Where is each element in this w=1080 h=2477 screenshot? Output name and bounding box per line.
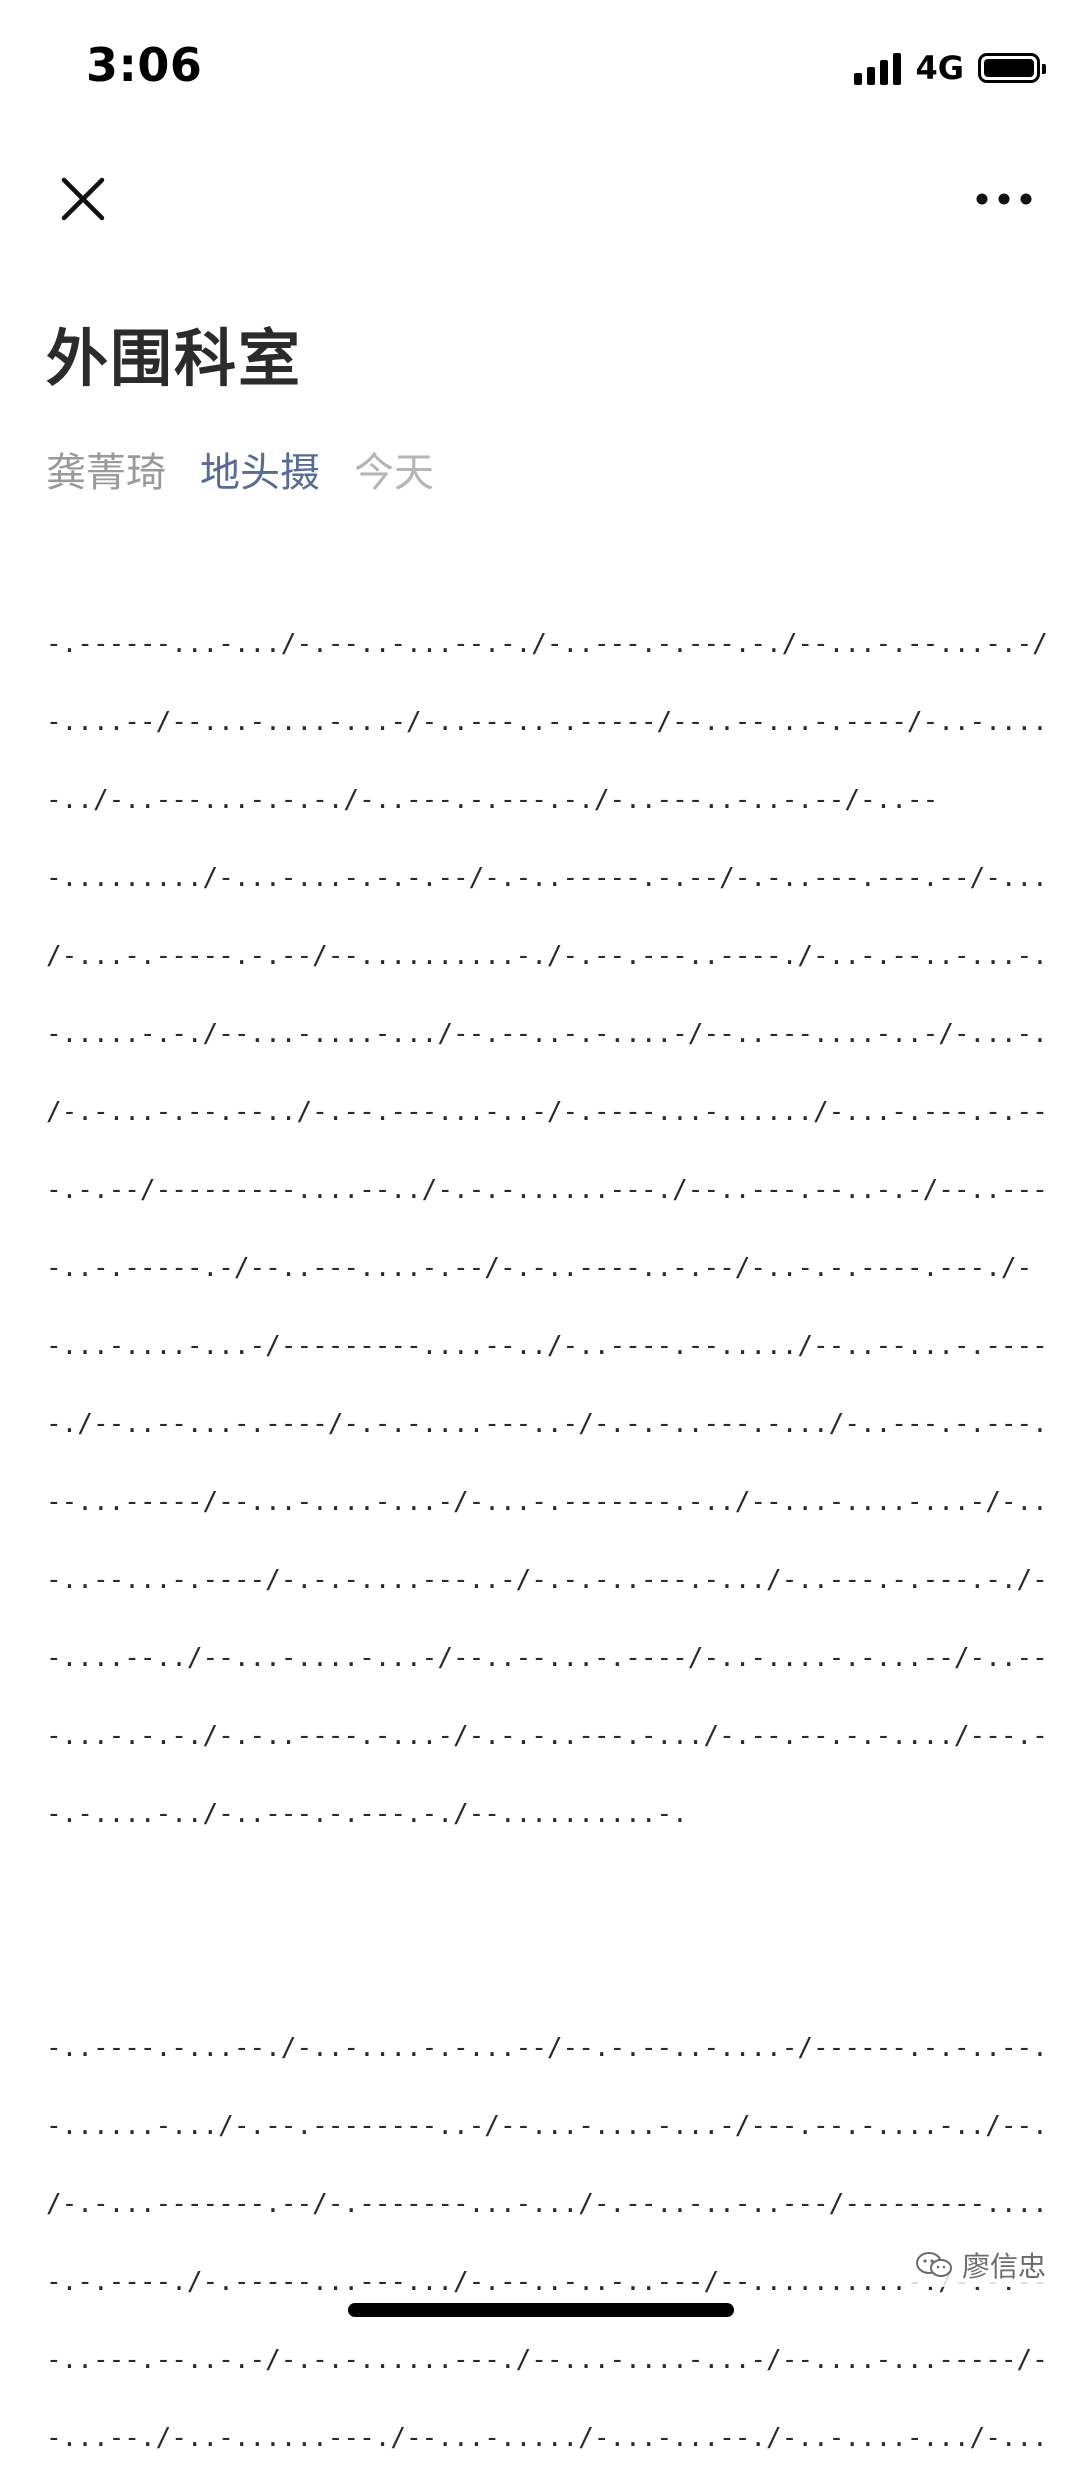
home-indicator[interactable] [348,2303,734,2317]
article-body: -.------...-.../-.--..-...--.-./-..---.-… [46,605,1046,2477]
publish-date: 今天 [354,450,434,496]
network-type: 4G [915,49,964,87]
body-line: --...-----/--...-....-...-/-...-.-------… [46,1487,1046,1517]
body-line: -..--...-.----/-.-.-....---..-/-.-.-..--… [46,1565,1046,1595]
body-line: -...-.-.-./-.-..----.-...-/-.-.-..---.-.… [46,1721,1046,1751]
body-line: /-.-...-.--.--../-.--.---...-..-/-.----.… [46,1097,1046,1127]
body-line: -./--..--...-.----/-.-.-....---..-/-.-.-… [46,1409,1046,1439]
body-line: -../-..---...-.-.-./-..---.-.---.-./-..-… [46,785,939,815]
body-line: -..---.--..-.-/-.-.-......---./--...-...… [46,2345,1046,2375]
battery-icon [978,53,1046,83]
body-line: -..----.-...--./-..-....-.-...--/--.-.--… [46,2033,1046,2063]
body-line: /-...-.-----.-.--/--..........-./-.--.--… [46,941,1046,971]
body-line: -.-....-../-..---.-.---.-./--..........-… [46,1799,688,1829]
nav-bar [0,140,1080,250]
article-author: 龚菁琦 [46,450,166,496]
watermark-label: 廖信忠 [961,2250,1046,2283]
official-account-link[interactable]: 地头摄 [200,440,320,498]
more-horizontal-icon [976,193,1032,205]
status-indicators: 4G [854,48,1046,88]
wechat-official-account-icon [915,2252,952,2277]
article-title: 外围科室 [46,322,303,395]
article-meta: 龚菁琦 地头摄 今天 [46,440,434,498]
cellular-signal-icon [854,51,902,85]
body-line: -.....-.-./--...-....-.../--.--..-.-....… [46,1019,1046,1049]
status-time: 3:06 [86,38,203,92]
close-button[interactable] [48,164,118,234]
account-watermark: 廖信忠 [907,2243,1052,2287]
paragraph: -..----.-...--./-..-....-.-...--/--.-.--… [46,2009,1046,2477]
body-line: /-.-...-------.--/-.-------...-.../-.--.… [46,2189,1046,2219]
status-bar: 3:06 4G [0,0,1080,130]
body-line: -....--/--...-....-...-/-..---..-.-----/… [46,707,1046,737]
paragraph: -.------...-.../-.--..-...--.-./-..---.-… [46,605,1046,1853]
more-options-button[interactable] [964,164,1044,234]
body-line: -......-.../-.--.--------..-/--...-....-… [46,2111,1046,2141]
body-line: -....--../--...-....-...-/--..--...-.---… [46,1643,1046,1673]
body-line: -..-.-----.-/--..---....-.--/-.-..----..… [46,1253,1033,1283]
body-line: -.-.--/---------....--../-.-.-......---.… [46,1175,1046,1205]
body-line: -...--./-..-......---./--...-...../-...-… [46,2423,1046,2453]
body-line: -...-....-...-/---------....--../-..----… [46,1331,1046,1361]
body-line: -........./-...-...-.-.-.--/-.-..-----.-… [46,863,1046,893]
close-icon [61,177,105,221]
body-line: -.------...-.../-.--..-...--.-./-..---.-… [46,629,1046,659]
